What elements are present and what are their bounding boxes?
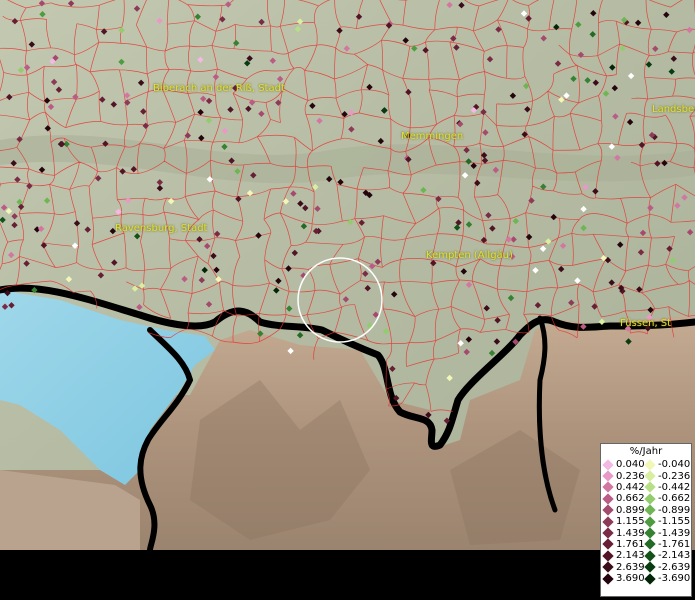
legend-swatch — [602, 572, 614, 585]
legend-label: 0.040 — [616, 459, 645, 471]
legend-label: 0.899 — [616, 504, 645, 516]
legend-entry-negative: -0.236 — [643, 470, 691, 482]
legend-label: -1.761 — [658, 538, 691, 550]
legend-swatch — [644, 493, 656, 505]
legend-entry-positive: 0.662 — [601, 493, 645, 505]
legend-label: 0.662 — [616, 493, 645, 505]
legend-entry-positive: 2.143 — [601, 550, 645, 562]
legend-entry-negative: -0.899 — [643, 504, 691, 516]
legend-swatch — [644, 504, 656, 516]
legend-swatch — [602, 493, 614, 505]
legend-swatch — [644, 538, 656, 551]
legend-swatch — [602, 538, 614, 551]
legend-swatch — [644, 572, 656, 585]
legend-swatch — [644, 561, 656, 573]
legend-swatch — [602, 470, 614, 482]
legend-title: %/Jahr — [629, 446, 663, 457]
legend-label: 0.236 — [616, 470, 645, 482]
legend-label: -0.442 — [658, 481, 691, 493]
legend-entry-negative: -2.143 — [643, 550, 691, 562]
legend-swatch — [644, 481, 656, 494]
legend-swatch — [644, 470, 656, 482]
place-label-ravensburg: Ravensburg, Stadt — [115, 223, 208, 234]
map-bottom-band — [0, 550, 695, 600]
legend-entry-positive: 1.761 — [601, 538, 645, 551]
legend-label: -0.662 — [658, 493, 691, 505]
legend-entry-negative: -3.690 — [643, 572, 691, 585]
legend-swatch — [644, 515, 656, 528]
map-canvas[interactable] — [0, 0, 695, 550]
legend-swatch — [644, 550, 656, 562]
legend-entry-positive: 3.690 — [601, 572, 645, 585]
legend-positive-column: 0.040 0.236 0.442 0.662 0.899 1.155 1.439 1.761… — [601, 459, 645, 585]
legend-entry-negative: -1.439 — [643, 527, 691, 539]
legend-label: 2.639 — [616, 561, 645, 573]
legend-swatch — [644, 459, 656, 471]
legend-label: -3.690 — [658, 573, 691, 585]
legend-swatch — [602, 481, 614, 494]
legend-label: -1.439 — [658, 527, 691, 539]
legend-entry-positive: 2.639 — [601, 561, 645, 573]
legend-label: 0.442 — [616, 481, 645, 493]
legend-entry-negative: -1.155 — [643, 515, 691, 528]
map-view[interactable]: Biberach an der Riß, Stadt Landsberg Mem… — [0, 0, 695, 600]
legend-label: 1.439 — [616, 527, 645, 539]
legend-entry-positive: 0.899 — [601, 504, 645, 516]
legend-entry-negative: -1.761 — [643, 538, 691, 551]
legend-swatch — [602, 561, 614, 573]
legend-entry-negative: -0.040 — [643, 459, 691, 471]
place-label-landsberg: Landsberg — [652, 104, 695, 115]
legend: %/Jahr 0.040 0.236 0.442 0.662 0.899 1.155 1.4… — [600, 443, 692, 597]
legend-label: -0.040 — [658, 459, 691, 471]
legend-entry-positive: 0.040 — [601, 459, 645, 471]
legend-label: -2.639 — [658, 561, 691, 573]
legend-label: 2.143 — [616, 550, 645, 562]
legend-label: 1.155 — [616, 516, 645, 528]
legend-label: 1.761 — [616, 538, 645, 550]
legend-negative-column: -0.040 -0.236 -0.442 -0.662 -0.899 -1.155 -1.4… — [643, 459, 691, 585]
place-label-biberach: Biberach an der Riß, Stadt — [153, 83, 285, 94]
legend-swatch — [602, 527, 614, 539]
legend-swatch — [602, 550, 614, 562]
legend-swatch — [644, 527, 656, 539]
legend-entry-negative: -2.639 — [643, 561, 691, 573]
legend-label: -1.155 — [658, 516, 691, 528]
legend-swatch — [602, 504, 614, 516]
place-label-kempten: Kempten (Allgäu) — [426, 250, 513, 261]
legend-entry-positive: 1.155 — [601, 515, 645, 528]
legend-swatch — [602, 515, 614, 528]
legend-label: 3.690 — [616, 573, 645, 585]
legend-label: -0.899 — [658, 504, 691, 516]
legend-label: -2.143 — [658, 550, 691, 562]
place-label-memmingen: Memmingen — [401, 131, 464, 142]
legend-label: -0.236 — [658, 470, 691, 482]
legend-entry-negative: -0.662 — [643, 493, 691, 505]
legend-entry-positive: 0.442 — [601, 481, 645, 494]
legend-swatch — [602, 459, 614, 471]
place-label-fuessen: Füssen, St — [620, 318, 672, 329]
legend-entry-negative: -0.442 — [643, 481, 691, 494]
